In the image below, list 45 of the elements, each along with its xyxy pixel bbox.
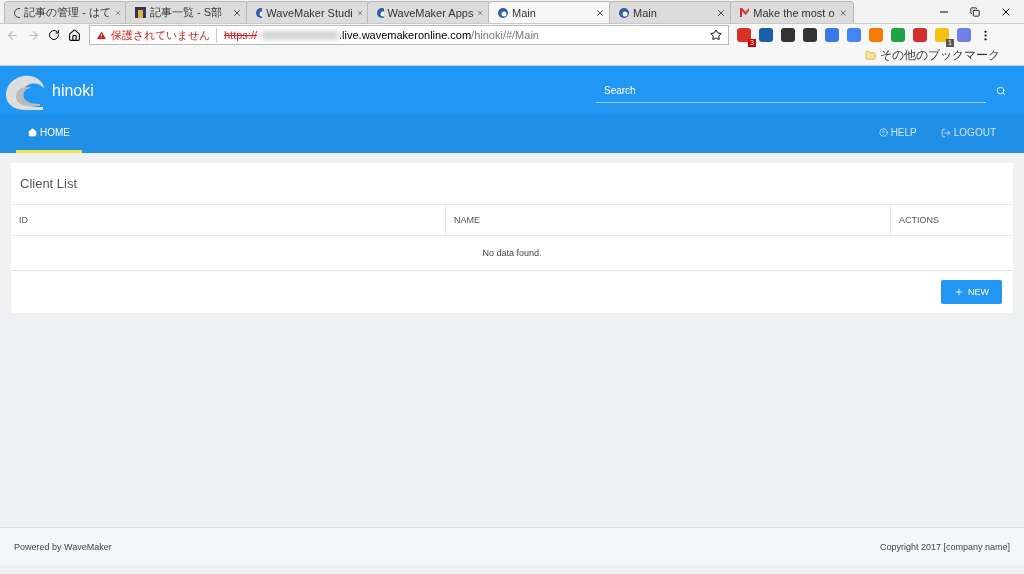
tab-favicon-icon	[135, 7, 146, 18]
panel-title: Client List	[11, 163, 1013, 205]
warning-icon	[96, 29, 107, 41]
bookmark-folder[interactable]: その他のブックマーク	[880, 47, 1000, 64]
close-icon[interactable]	[232, 7, 242, 18]
column-header: ACTIONS	[890, 205, 1013, 235]
restore-icon[interactable]	[970, 6, 980, 17]
browser-tab[interactable]: Main	[609, 1, 733, 23]
plus-icon	[954, 287, 964, 297]
browser-tab[interactable]: WaveMaker Studi	[246, 1, 370, 23]
mail-icon	[740, 8, 750, 17]
close-icon[interactable]	[595, 7, 605, 18]
tab-favicon-icon	[14, 7, 21, 18]
column-header: ID	[18, 214, 29, 227]
search-field[interactable]: Search	[596, 78, 986, 103]
home-icon	[28, 128, 37, 137]
column-header: NAME	[445, 205, 890, 235]
copyright-text: Copyright 2017 [company name]	[879, 541, 1010, 552]
bookmark-star-icon[interactable]	[710, 29, 722, 41]
wave-icon	[377, 7, 384, 18]
browser-tab[interactable]: 記事一覧 - S部	[125, 1, 249, 23]
wave-icon	[498, 7, 508, 18]
wave-icon	[256, 7, 263, 18]
address-bar[interactable]: 保護されていません https:// .live.wavemakeronline.com/hinoki/#/Main	[89, 25, 729, 45]
logout-icon	[940, 127, 951, 138]
security-label: 保護されていません	[111, 27, 217, 43]
help-icon	[878, 128, 888, 137]
url-host: .live.wavemakeronline.com	[339, 29, 472, 41]
search-icon[interactable]	[996, 85, 1006, 96]
url-path: /hinoki/#/Main	[471, 29, 539, 41]
empty-message: No data found.	[11, 236, 1013, 271]
forward-icon[interactable]	[27, 28, 40, 42]
close-icon[interactable]	[716, 7, 726, 18]
wave-icon	[619, 7, 629, 18]
reload-icon[interactable]	[48, 29, 60, 41]
browser-tab[interactable]: Make the most o	[730, 1, 854, 23]
app-name: hinoki	[52, 81, 94, 100]
back-icon[interactable]	[6, 28, 19, 42]
browser-tab[interactable]: 記事の管理 - はて	[4, 1, 128, 23]
url-scheme: https://	[224, 29, 258, 41]
home-icon[interactable]	[68, 28, 81, 42]
browser-tab[interactable]: Main	[488, 1, 612, 23]
footer-text: Powered by WaveMaker	[14, 541, 112, 552]
folder-icon	[865, 50, 876, 61]
browser-tab[interactable]: WaveMaker Apps	[367, 1, 491, 23]
